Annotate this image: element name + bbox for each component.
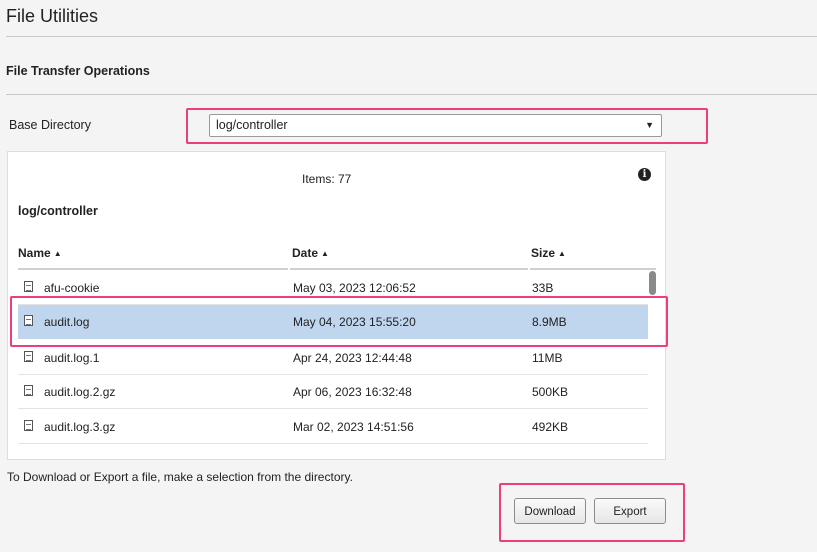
file-size: 33B	[532, 281, 554, 295]
sort-icon: ▲︎	[558, 249, 566, 258]
file-date: Apr 24, 2023 12:44:48	[293, 351, 412, 365]
hint-text: To Download or Export a file, make a sel…	[7, 470, 353, 484]
column-header-name[interactable]: Name ▲︎	[18, 246, 62, 260]
table-row[interactable]: audit.log.2.gz Apr 06, 2023 16:32:48 500…	[18, 375, 648, 409]
highlight-frame-buttons	[499, 483, 685, 542]
highlight-frame-row	[10, 296, 668, 347]
file-size: 11MB	[532, 351, 563, 365]
column-header-date-label: Date	[292, 246, 319, 260]
highlight-frame-select	[186, 108, 708, 144]
file-size: 500KB	[532, 385, 569, 399]
divider	[6, 94, 817, 95]
header-underline	[18, 268, 288, 270]
items-count: Items: 77	[302, 172, 352, 186]
divider	[6, 36, 817, 37]
file-size: 492KB	[532, 420, 569, 434]
file-date: Mar 02, 2023 14:51:56	[293, 420, 414, 434]
base-directory-label: Base Directory	[9, 118, 91, 132]
header-underline	[530, 268, 656, 270]
column-header-size[interactable]: Size ▲︎	[531, 246, 566, 260]
file-date: May 03, 2023 12:06:52	[293, 281, 416, 295]
file-name: audit.log.2.gz	[44, 385, 116, 399]
section-title: File Transfer Operations	[6, 64, 150, 78]
file-icon	[24, 420, 33, 431]
page-title: File Utilities	[6, 6, 99, 26]
table-row[interactable]: audit.log.3.gz Mar 02, 2023 14:51:56 492…	[18, 410, 648, 444]
sort-icon: ▲︎	[53, 249, 62, 258]
file-icon	[24, 385, 33, 396]
file-name: audit.log.1	[44, 351, 100, 365]
header-underline	[290, 268, 528, 270]
file-icon	[24, 351, 33, 362]
column-header-date[interactable]: Date ▲︎	[292, 246, 329, 260]
file-icon	[24, 281, 33, 292]
current-path: log/controller	[18, 204, 98, 218]
file-name: afu-cookie	[44, 281, 100, 295]
scroll-thumb[interactable]	[649, 271, 656, 295]
file-name: audit.log.3.gz	[44, 420, 116, 434]
column-header-name-label: Name	[18, 246, 51, 260]
file-date: Apr 06, 2023 16:32:48	[293, 385, 412, 399]
sort-icon: ▲︎	[321, 249, 329, 258]
column-header-size-label: Size	[531, 246, 556, 260]
info-icon[interactable]: i	[638, 168, 651, 181]
